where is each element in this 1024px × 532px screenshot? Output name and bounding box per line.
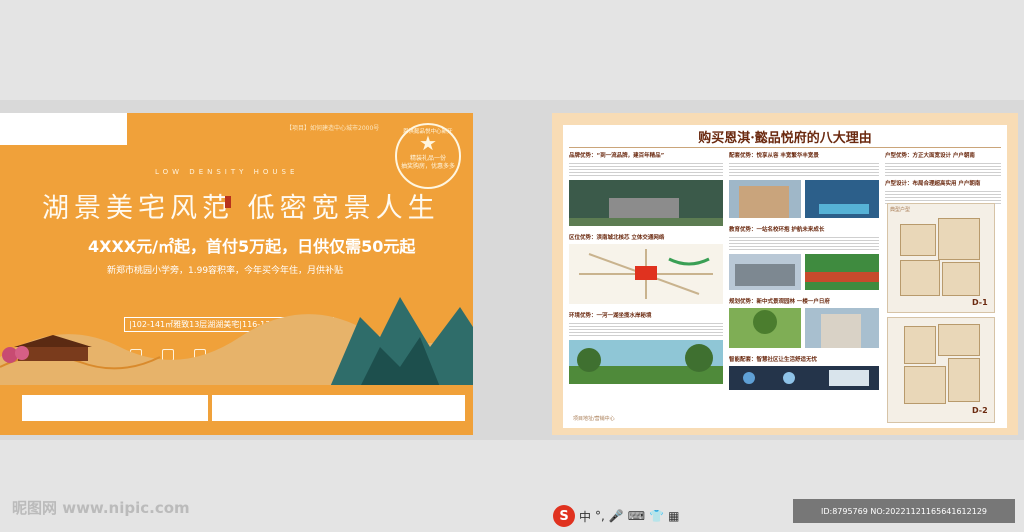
garden-photo <box>729 308 879 348</box>
section-title: 区位优势：滨南城北核芯 立体交通网络 <box>569 235 665 241</box>
punctuation-toggle[interactable]: °, <box>595 509 605 523</box>
left-flyer: 【项目】如何建造中心城市2000号 恩淇懿品悦中心新开盘 ★ 精装礼品一份 抽奖… <box>0 113 473 435</box>
footer-note: 项目地址/营销中心 <box>573 416 615 422</box>
room <box>938 218 980 260</box>
column-1: 品牌优势：“到一流品牌，建百年精品” 区位优势：滨南城北核芯 立体交通网络 环境… <box>569 151 723 388</box>
skin-icon[interactable]: 👕 <box>649 509 664 523</box>
park-photo <box>569 340 723 384</box>
site-watermark: 昵图网 www.nipic.com <box>12 499 190 517</box>
room <box>942 262 980 296</box>
white-box-right <box>212 395 465 421</box>
room <box>900 224 936 256</box>
room <box>938 324 980 356</box>
smart-home-photo <box>729 366 879 390</box>
section-title: 户型优势：方正大面宽设计 户户朝南 <box>885 153 975 159</box>
keyboard-icon[interactable]: ⌨ <box>628 509 645 523</box>
ime-mode[interactable]: 中 <box>579 508 591 525</box>
plan-mark: D-2 <box>972 406 988 415</box>
section-title: 智能配套：智慧社区让生活舒适无忧 <box>729 357 818 363</box>
text-block <box>729 161 879 177</box>
landscape-illustration <box>0 297 473 387</box>
text-block <box>569 321 723 337</box>
room <box>948 358 980 402</box>
column-3: 户型优势：方正大面宽设计 户户朝南 户型设计：布局合理超高实用 户户朝南 <box>885 151 1001 205</box>
grid-menu-icon[interactable]: ▦ <box>668 509 679 523</box>
ime-toolbar[interactable]: S 中 °, 🎤 ⌨ 👕 ▦ <box>553 502 679 530</box>
room <box>904 366 946 404</box>
floor-plan-1: 典型户型 D-1 <box>887 203 995 313</box>
microphone-icon[interactable]: 🎤 <box>609 509 624 523</box>
top-note: 【项目】如何建造中心城市2000号 <box>286 125 380 132</box>
id-strip: ID:8795769 NO:20221121165641612129 <box>793 499 1015 523</box>
sub-line: 新郑市桃园小学旁，1.99容积率，今年买今年住，月供补贴 <box>107 266 344 276</box>
right-flyer-panel: 购买恩淇·懿品悦府的八大理由 品牌优势：“到一流品牌，建百年精品” 区位优势：滨… <box>563 125 1007 428</box>
floor-plan-label: 典型户型 <box>890 207 911 213</box>
right-title: 购买恩淇·懿品悦府的八大理由 <box>698 131 872 146</box>
section-title: 教育优势：一站名校环抱 护航未来成长 <box>729 227 825 233</box>
low-density-label: LOW DENSITY HOUSE <box>155 168 299 176</box>
title-divider <box>569 147 1001 148</box>
text-block <box>885 161 1001 177</box>
section-title: 规划优势：新中式景观园林 一楼一户日府 <box>729 299 830 305</box>
location-map <box>569 244 723 304</box>
section-title: 环境优势：一河一湖坐揽水岸秘境 <box>569 313 652 319</box>
room <box>900 260 940 296</box>
amenity-photo <box>729 180 879 218</box>
building-photo <box>569 180 723 226</box>
section-title: 品牌优势：“到一流品牌，建百年精品” <box>569 153 665 159</box>
seal-ring-text: 恩淇懿品悦中心新开盘 <box>403 129 453 135</box>
white-label-box <box>0 113 127 145</box>
white-box-left <box>22 395 208 421</box>
text-block <box>729 235 879 251</box>
seal-line-2: 抽奖购房，优惠多多 <box>400 163 455 170</box>
red-seal-mark <box>225 196 231 208</box>
seal-badge: 恩淇懿品悦中心新开盘 ★ 精装礼品一份 抽奖购房，优惠多多 <box>395 123 461 189</box>
seal-line-1: 精装礼品一份 <box>409 155 446 162</box>
section-title: 户型设计：布局合理超高实用 户户朝南 <box>885 181 981 187</box>
top-background <box>0 0 1024 100</box>
plan-mark: D-1 <box>972 298 988 307</box>
right-flyer: 购买恩淇·懿品悦府的八大理由 品牌优势：“到一流品牌，建百年精品” 区位优势：滨… <box>552 113 1018 435</box>
school-photo <box>729 254 879 290</box>
column-2: 配套优势：悦享从容 丰宽繁华丰宽景 教育优势：一站名校环抱 护航未来成长 规划优… <box>729 151 879 394</box>
section-title: 配套优势：悦享从容 丰宽繁华丰宽景 <box>729 153 819 159</box>
headline: 湖景美宅风范 低密宽景人生 <box>42 193 440 224</box>
price-line: 4XXX元/㎡起，首付5万起，日供仅需50元起 <box>88 237 416 256</box>
sogou-logo-icon[interactable]: S <box>553 505 575 527</box>
floor-plan-2: D-2 <box>887 317 995 423</box>
room <box>904 326 936 364</box>
text-block <box>569 161 723 177</box>
